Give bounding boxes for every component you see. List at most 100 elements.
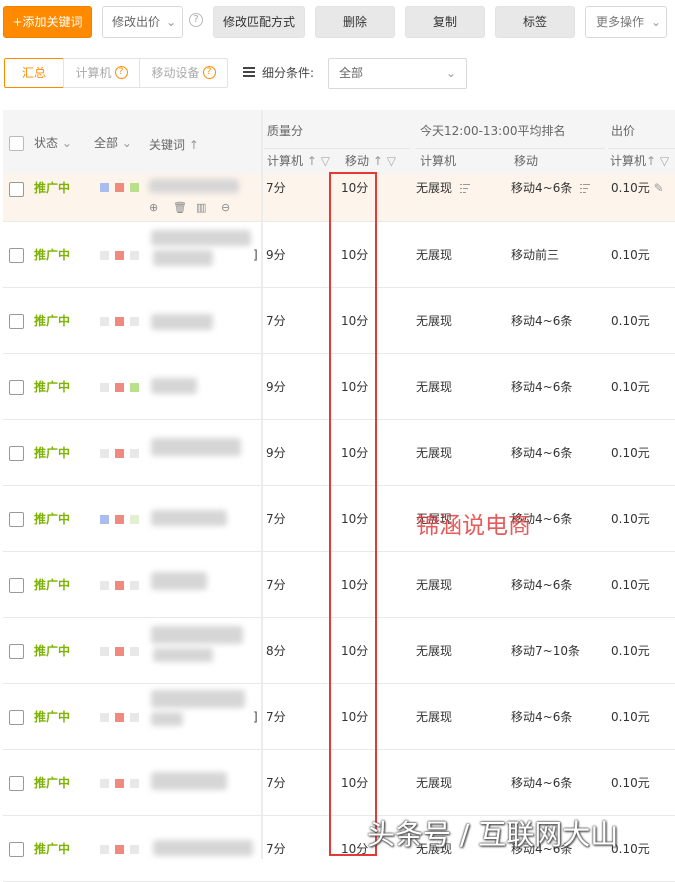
bid-price[interactable]: 0.10元 xyxy=(611,486,650,552)
tag-red[interactable] xyxy=(115,317,124,326)
tab-mobile[interactable]: 移动设备? xyxy=(139,58,228,88)
target-icon[interactable]: ⊕ xyxy=(149,202,161,214)
tag-red[interactable] xyxy=(115,779,124,788)
tag-green[interactable] xyxy=(130,183,139,192)
table-row[interactable]: 推广中 7分 10分 无展现 移动4~6条 0.10元 xyxy=(3,486,675,552)
detail-list-icon[interactable] xyxy=(580,183,590,193)
bid-price[interactable]: 0.10元 xyxy=(611,222,650,288)
row-checkbox[interactable] xyxy=(9,182,24,197)
table-row[interactable]: 推广中 9分 10分 无展现 移动4~6条 0.10元 xyxy=(3,420,675,486)
keyword-redacted xyxy=(151,230,251,246)
status-header[interactable]: 状态 ⌄ xyxy=(34,134,72,151)
tag-gray[interactable] xyxy=(100,449,109,458)
filter-icon[interactable]: ▽ xyxy=(660,154,669,168)
row-checkbox[interactable] xyxy=(9,644,24,659)
tab-pc[interactable]: 计算机? xyxy=(63,58,140,88)
tag-blue[interactable] xyxy=(100,183,109,192)
bid-price[interactable]: 0.10元 xyxy=(611,750,650,816)
tag-gray[interactable] xyxy=(100,713,109,722)
table-row[interactable]: 推广中 9分 10分 无展现 移动4~6条 0.10元 xyxy=(3,354,675,420)
status-text: 推广中 xyxy=(34,446,71,460)
add-keyword-button[interactable]: +添加关键词 xyxy=(3,6,92,38)
copy-button[interactable]: 复制 xyxy=(405,6,485,38)
keyword-redacted xyxy=(153,250,213,266)
tag-gray[interactable] xyxy=(100,317,109,326)
filter-icon[interactable]: ▽ xyxy=(387,154,396,168)
table-row[interactable]: 推广中 7分 10分 无展现 移动4~6条 0.10元 xyxy=(3,750,675,816)
table-row[interactable]: 推广中 8分 10分 无展现 移动7~10条 0.10元 xyxy=(3,618,675,684)
tag-gray[interactable] xyxy=(130,449,139,458)
tag-gray[interactable] xyxy=(130,647,139,656)
tag-green[interactable] xyxy=(130,515,139,524)
quality-pc-header[interactable]: 计算机 ↑ ▽ xyxy=(267,152,330,169)
tag-blue[interactable] xyxy=(100,515,109,524)
trash-icon[interactable]: 🗑 xyxy=(173,202,187,214)
bid-price[interactable]: 0.10元 xyxy=(611,684,650,750)
tag-gray[interactable] xyxy=(100,251,109,260)
more-actions-dropdown[interactable]: 更多操作 ⌄ xyxy=(585,6,667,38)
bid-price[interactable]: 0.10元 xyxy=(611,288,650,354)
row-checkbox[interactable] xyxy=(9,446,24,461)
filter-icon[interactable]: ▽ xyxy=(321,154,330,168)
status-text: 推广中 xyxy=(34,181,71,195)
tag-gray[interactable] xyxy=(130,251,139,260)
row-checkbox[interactable] xyxy=(9,710,24,725)
tag-gray[interactable] xyxy=(130,713,139,722)
tag-gray[interactable] xyxy=(100,845,109,854)
bid-price[interactable]: 0.10元 xyxy=(611,552,650,618)
row-checkbox[interactable] xyxy=(9,380,24,395)
bid-price[interactable]: 0.10元 xyxy=(611,420,650,486)
modify-match-button[interactable]: 修改匹配方式 xyxy=(213,6,305,38)
tag-red[interactable] xyxy=(115,183,124,192)
row-checkbox[interactable] xyxy=(9,842,24,857)
tag-red[interactable] xyxy=(115,647,124,656)
help-icon[interactable]: ? xyxy=(202,66,216,79)
tag-red[interactable] xyxy=(115,251,124,260)
select-all-checkbox[interactable] xyxy=(9,136,24,151)
help-icon[interactable]: ? xyxy=(189,13,203,27)
table-row[interactable]: 推广中 7分 10分 无展现 移动4~6条 0.10元 xyxy=(3,288,675,354)
tag-red[interactable] xyxy=(115,713,124,722)
chart-icon[interactable]: ▥ xyxy=(196,202,208,214)
tag-gray[interactable] xyxy=(100,383,109,392)
tag-gray[interactable] xyxy=(130,317,139,326)
bid-price[interactable]: 0.10元 ✎ xyxy=(611,174,664,202)
bid-price[interactable]: 0.10元 xyxy=(611,618,650,684)
tag-gray[interactable] xyxy=(130,581,139,590)
tag-red[interactable] xyxy=(115,515,124,524)
detail-list-icon[interactable] xyxy=(460,183,470,193)
tag-gray[interactable] xyxy=(100,581,109,590)
tag-gray[interactable] xyxy=(130,845,139,854)
tag-red[interactable] xyxy=(115,845,124,854)
edit-pencil-icon[interactable]: ✎ xyxy=(654,181,664,195)
table-row[interactable]: 推广中 ] 7分 10分 无展现 移动4~6条 0.10元 xyxy=(3,684,675,750)
table-row[interactable]: 推广中 ⊕ 🗑 ▥ ⊖ 7分 10分 无展现 移动4~6条 0.10元 ✎ xyxy=(3,174,675,222)
help-icon[interactable]: ? xyxy=(114,66,128,79)
bid-pc-header[interactable]: 计算机↑ ▽ xyxy=(610,152,669,169)
row-checkbox[interactable] xyxy=(9,314,24,329)
tag-gray[interactable] xyxy=(100,779,109,788)
tag-button[interactable]: 标签 xyxy=(495,6,575,38)
row-checkbox[interactable] xyxy=(9,578,24,593)
modify-bid-dropdown[interactable]: 修改出价 ⌄ xyxy=(102,6,183,38)
delete-button[interactable]: 删除 xyxy=(315,6,395,38)
row-checkbox[interactable] xyxy=(9,512,24,527)
tag-red[interactable] xyxy=(115,581,124,590)
condition-select[interactable]: 全部 ⌄ xyxy=(328,58,467,89)
tag-green[interactable] xyxy=(130,383,139,392)
tag-red[interactable] xyxy=(115,449,124,458)
all-header[interactable]: 全部 ⌄ xyxy=(94,134,132,151)
row-checkbox[interactable] xyxy=(9,248,24,263)
tag-gray[interactable] xyxy=(130,779,139,788)
row-checkbox[interactable] xyxy=(9,776,24,791)
table-row[interactable]: 推广中 ] 9分 10分 无展现 移动前三 0.10元 xyxy=(3,222,675,288)
tag-gray[interactable] xyxy=(100,647,109,656)
more-icon[interactable]: ⊖ xyxy=(221,202,233,214)
sort-arrow-icon: ↑ xyxy=(646,154,657,168)
table-row[interactable]: 推广中 7分 10分 无展现 移动4~6条 0.10元 xyxy=(3,552,675,618)
tab-summary[interactable]: 汇总 xyxy=(4,58,64,88)
tag-red[interactable] xyxy=(115,383,124,392)
keyword-header[interactable]: 关键词 ↑ xyxy=(149,136,199,153)
bid-price[interactable]: 0.10元 xyxy=(611,354,650,420)
quality-mobile-header[interactable]: 移动 ↑ ▽ xyxy=(345,152,396,169)
